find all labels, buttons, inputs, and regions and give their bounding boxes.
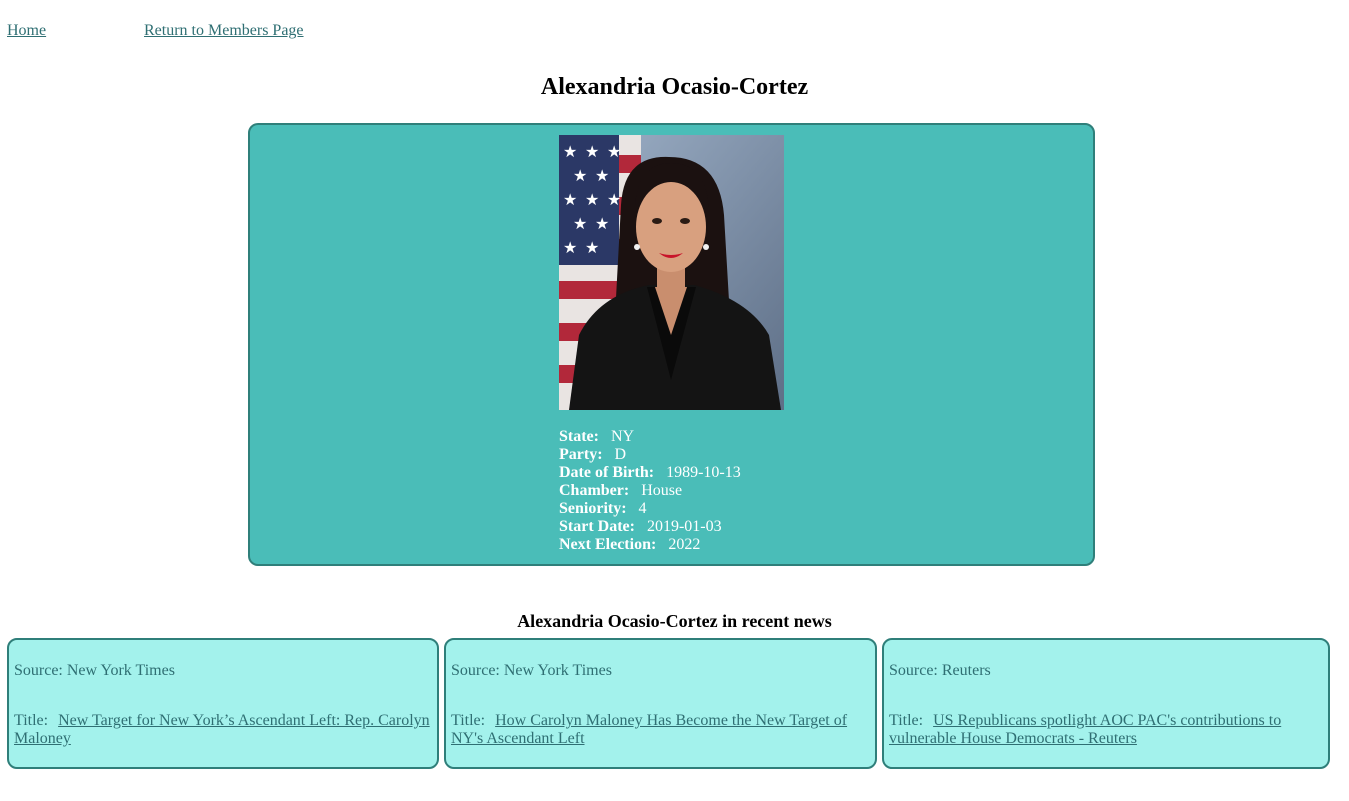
detail-label: Start Date: [559,518,635,535]
news-source-label: Source: [14,662,63,679]
news-title-link[interactable]: US Republicans spotlight AOC PAC's contr… [889,712,1281,747]
news-card: Source: Reuters Title: US Republicans sp… [882,638,1330,769]
svg-text:★: ★ [563,238,577,257]
svg-text:★: ★ [585,190,599,209]
detail-value: NY [610,428,635,445]
svg-text:★: ★ [573,166,587,185]
svg-text:★: ★ [607,142,621,161]
detail-row: Chamber: House [559,482,741,500]
news-title-label: Title: [451,712,486,729]
news-title-link[interactable]: How Carolyn Maloney Has Become the New T… [451,712,847,747]
detail-row: Seniority: 4 [559,500,741,518]
detail-row: Start Date: 2019-01-03 [559,518,741,536]
news-card: Source: New York Times Title: New Target… [7,638,439,769]
news-title-link[interactable]: New Target for New York’s Ascendant Left… [14,712,430,747]
detail-label: Chamber: [559,482,630,499]
svg-text:★: ★ [573,214,587,233]
svg-text:★: ★ [563,190,577,209]
member-name-heading: Alexandria Ocasio-Cortez [540,74,809,100]
detail-value: 2022 [668,536,701,553]
detail-value: 2019-01-03 [646,518,722,535]
detail-label: Party: [559,446,603,463]
detail-label: State: [559,428,599,445]
svg-text:★: ★ [607,190,621,209]
detail-label: Date of Birth: [559,464,655,481]
svg-text:★: ★ [585,238,599,257]
svg-text:★: ★ [595,214,609,233]
news-title-row: Title: US Republicans spotlight AOC PAC'… [889,712,1323,748]
news-source: Source: New York Times [14,662,175,680]
detail-label: Next Election: [559,536,657,553]
news-source: Source: New York Times [451,662,612,680]
news-title-label: Title: [14,712,49,729]
news-source-label: Source: [889,662,938,679]
detail-value: D [614,446,627,463]
detail-row: Date of Birth: 1989-10-13 [559,464,741,482]
recent-news-heading: Alexandria Ocasio-Cortez in recent news [517,611,832,631]
member-portrait-photo: ★ ★ ★ ★ ★ ★ ★ ★ ★ ★ ★ ★ [559,135,784,410]
return-to-members-link[interactable]: Return to Members Page [144,22,304,40]
detail-row: State: NY [559,428,741,446]
detail-row: Next Election: 2022 [559,536,741,554]
detail-value: 1989-10-13 [666,464,741,481]
news-source-label: Source: [451,662,500,679]
detail-label: Seniority: [559,500,627,517]
news-source-value: Reuters [941,662,991,679]
news-source: Source: Reuters [889,662,991,680]
svg-text:★: ★ [595,166,609,185]
portrait-image: ★ ★ ★ ★ ★ ★ ★ ★ ★ ★ ★ ★ [559,135,784,410]
news-title-row: Title: How Carolyn Maloney Has Become th… [451,712,870,748]
svg-text:★: ★ [585,142,599,161]
home-link[interactable]: Home [7,22,46,40]
news-source-value: New York Times [503,662,612,679]
detail-row: Party: D [559,446,741,464]
member-details-list: State: NY Party: D Date of Birth: 1989-10-13 C… [559,428,741,554]
news-card: Source: New York Times Title: How Caroly… [444,638,877,769]
detail-value: House [641,482,683,499]
news-title-label: Title: [889,712,924,729]
member-profile-card: ★ ★ ★ ★ ★ ★ ★ ★ ★ ★ ★ ★ State: NY Party:… [248,123,1095,566]
svg-text:★: ★ [563,142,577,161]
detail-value: 4 [638,500,647,517]
news-source-value: New York Times [66,662,175,679]
news-title-row: Title: New Target for New York’s Ascenda… [14,712,432,748]
